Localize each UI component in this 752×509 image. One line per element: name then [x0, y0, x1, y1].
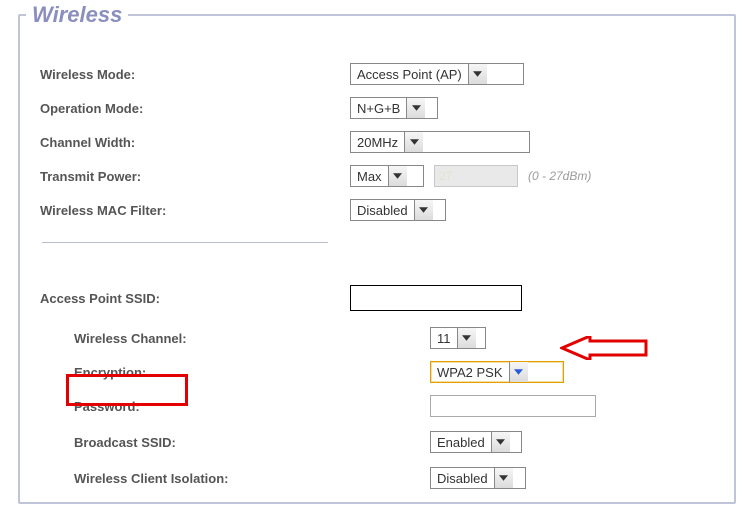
client-isolation-value: Disabled: [431, 471, 494, 486]
wireless-channel-select[interactable]: 11: [430, 327, 486, 349]
client-isolation-select[interactable]: Disabled: [430, 467, 526, 489]
chevron-down-icon: [491, 432, 510, 452]
wireless-channel-value: 11: [431, 331, 457, 346]
chevron-down-icon: [404, 132, 423, 152]
broadcast-ssid-label: Broadcast SSID:: [40, 435, 424, 450]
operation-mode-label: Operation Mode:: [40, 101, 350, 116]
broadcast-ssid-select[interactable]: Enabled: [430, 431, 522, 453]
transmit-power-select[interactable]: Max: [350, 165, 424, 187]
channel-width-value: 20MHz: [351, 135, 404, 150]
transmit-power-dbm-value: 27: [439, 169, 452, 183]
transmit-power-hint: (0 - 27dBm): [528, 169, 591, 183]
chevron-down-icon: [414, 200, 433, 220]
chevron-down-icon: [509, 362, 528, 382]
mac-filter-select[interactable]: Disabled: [350, 199, 446, 221]
password-input[interactable]: [430, 395, 596, 417]
operation-mode-select[interactable]: N+G+B: [350, 97, 438, 119]
chevron-down-icon: [457, 328, 476, 348]
transmit-power-label: Transmit Power:: [40, 169, 350, 184]
section-divider: [42, 242, 328, 243]
wireless-mode-label: Wireless Mode:: [40, 67, 350, 82]
wireless-legend: Wireless: [26, 2, 128, 28]
channel-width-label: Channel Width:: [40, 135, 350, 150]
transmit-power-value: Max: [351, 169, 388, 184]
mac-filter-label: Wireless MAC Filter:: [40, 203, 350, 218]
ap-ssid-input[interactable]: [350, 285, 522, 311]
wireless-channel-label: Wireless Channel:: [40, 331, 424, 346]
operation-mode-value: N+G+B: [351, 101, 406, 116]
broadcast-ssid-value: Enabled: [431, 435, 491, 450]
transmit-power-dbm-input: 27: [434, 165, 518, 187]
wireless-mode-select[interactable]: Access Point (AP): [350, 63, 524, 85]
encryption-select[interactable]: WPA2 PSK: [430, 361, 564, 383]
chevron-down-icon: [494, 468, 513, 488]
chevron-down-icon: [388, 166, 407, 186]
mac-filter-value: Disabled: [351, 203, 414, 218]
chevron-down-icon: [468, 64, 487, 84]
ap-ssid-label: Access Point SSID:: [40, 291, 350, 306]
wireless-mode-value: Access Point (AP): [351, 67, 468, 82]
chevron-down-icon: [406, 98, 425, 118]
password-label: Password:: [40, 399, 424, 414]
channel-width-select[interactable]: 20MHz: [350, 131, 530, 153]
encryption-label: Encryption:: [40, 365, 424, 380]
client-isolation-label: Wireless Client Isolation:: [40, 471, 424, 486]
encryption-value: WPA2 PSK: [431, 365, 509, 380]
wireless-fieldset: Wireless Wireless Mode: Access Point (AP…: [18, 2, 736, 504]
